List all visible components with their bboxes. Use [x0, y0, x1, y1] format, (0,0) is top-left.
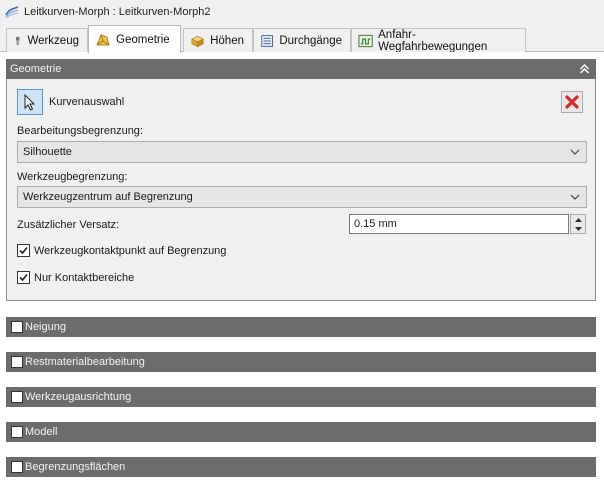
- tab-label: Werkzeug: [27, 34, 79, 47]
- section-header-modell[interactable]: Modell: [6, 422, 596, 442]
- machining-boundary-label: Bearbeitungsbegrenzung:: [17, 125, 143, 137]
- pointer-icon: [24, 93, 36, 111]
- section-checkbox[interactable]: [11, 461, 23, 473]
- curve-selection-button[interactable]: [17, 89, 43, 115]
- checkbox[interactable]: [17, 244, 30, 257]
- machining-boundary-value: Silhouette: [23, 146, 72, 158]
- tool-contact-point-label: Werkzeugkontaktpunkt auf Begrenzung: [34, 244, 227, 257]
- checkbox[interactable]: [17, 271, 30, 284]
- section-checkbox[interactable]: [11, 391, 23, 403]
- tool-contact-point-checkbox[interactable]: Werkzeugkontaktpunkt auf Begrenzung: [17, 244, 226, 257]
- tool-icon: [15, 36, 20, 45]
- machining-boundary-select[interactable]: Silhouette: [17, 141, 587, 163]
- tab-content: Geometrie Kurvenauswahl Bearbeitungsbegr…: [0, 52, 604, 487]
- tab-anfahr-wegfahrbewegungen[interactable]: Anfahr-Wegfahrbewegungen: [351, 28, 526, 53]
- delete-icon: [565, 95, 579, 109]
- geometry-icon: [96, 34, 110, 45]
- arrow-down-icon: [574, 226, 582, 231]
- tool-containment-label: Werkzeugbegrenzung:: [17, 171, 128, 183]
- window-title: Leitkurven-Morph : Leitkurven-Morph2: [24, 6, 211, 18]
- tool-containment-value: Werkzeugzentrum auf Begrenzung: [23, 191, 193, 203]
- contact-only-label: Nur Kontaktbereiche: [34, 271, 135, 284]
- checkmark-icon: [19, 273, 28, 282]
- section-title: Werkzeugausrichtung: [25, 391, 132, 403]
- clear-selection-button[interactable]: [561, 91, 583, 113]
- checkmark-icon: [19, 246, 28, 255]
- section-header-werkzeugausrichtung[interactable]: Werkzeugausrichtung: [6, 387, 596, 407]
- section-title: Neigung: [25, 321, 66, 333]
- tab-label: Höhen: [210, 34, 244, 47]
- section-title: Restmaterialbearbeitung: [25, 356, 145, 368]
- operation-icon: [5, 6, 19, 19]
- tab-durchgaenge[interactable]: Durchgänge: [253, 28, 351, 52]
- section-title: Begrenzungsflächen: [25, 461, 126, 473]
- section-checkbox[interactable]: [11, 321, 23, 333]
- curve-selection-label: Kurvenauswahl: [49, 96, 125, 108]
- section-checkbox[interactable]: [11, 426, 23, 438]
- tool-containment-select[interactable]: Werkzeugzentrum auf Begrenzung: [17, 186, 587, 208]
- section-checkbox[interactable]: [11, 356, 23, 368]
- tab-hoehen[interactable]: Höhen: [183, 28, 253, 52]
- section-header-geometrie[interactable]: Geometrie: [6, 59, 596, 79]
- tab-label: Durchgänge: [279, 34, 342, 47]
- tab-label: Geometrie: [116, 33, 170, 46]
- section-header-begrenzungsflaechen[interactable]: Begrenzungsflächen: [6, 457, 596, 477]
- tab-geometrie[interactable]: Geometrie: [88, 25, 181, 53]
- chevron-down-icon: [570, 149, 580, 155]
- tab-werkzeug[interactable]: Werkzeug: [6, 28, 88, 52]
- collapse-icon[interactable]: [579, 63, 590, 75]
- tab-bar: Werkzeug Geometrie Höhen Durchgänge Anfa…: [0, 24, 604, 53]
- spin-up-button[interactable]: [571, 215, 585, 224]
- heights-icon: [191, 35, 204, 47]
- chevron-down-icon: [570, 194, 580, 200]
- section-header-restmaterialbearbeitung[interactable]: Restmaterialbearbeitung: [6, 352, 596, 372]
- section-header-neigung[interactable]: Neigung: [6, 317, 596, 337]
- additional-offset-value: 0.15 mm: [354, 218, 397, 230]
- additional-offset-label: Zusätzlicher Versatz:: [17, 219, 120, 231]
- linking-icon: [358, 34, 373, 47]
- section-title: Geometrie: [10, 63, 62, 75]
- additional-offset-input[interactable]: 0.15 mm: [349, 214, 569, 234]
- contact-only-checkbox[interactable]: Nur Kontaktbereiche: [17, 271, 134, 284]
- section-title: Modell: [25, 426, 58, 438]
- arrow-up-icon: [574, 217, 582, 222]
- geometry-panel: Kurvenauswahl Bearbeitungsbegrenzung: Si…: [6, 79, 596, 301]
- spin-down-button[interactable]: [571, 224, 585, 233]
- title-bar: Leitkurven-Morph : Leitkurven-Morph2: [0, 0, 604, 24]
- additional-offset-spinner[interactable]: [570, 214, 586, 234]
- passes-icon: [261, 34, 273, 47]
- tab-label: Anfahr-Wegfahrbewegungen: [378, 28, 488, 53]
